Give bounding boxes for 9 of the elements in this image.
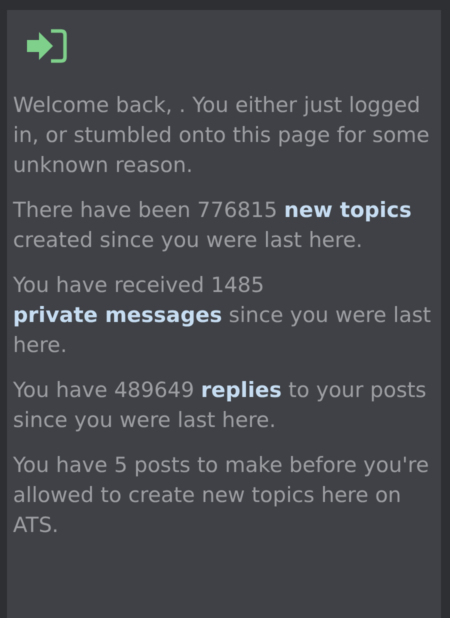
- link[interactable]: new topics: [284, 198, 412, 222]
- message-paragraph: You have received 1485 private messages since you were last here.: [13, 272, 432, 359]
- link[interactable]: private messages: [13, 303, 222, 327]
- login-icon: [25, 28, 69, 64]
- link[interactable]: replies: [200, 378, 282, 402]
- message-paragraph: There have been 776815 new topics created since you were last here.: [13, 197, 413, 254]
- message-paragraph: Welcome back, . You either just logged in, or stumbled onto this page for some unknown reason.: [13, 92, 430, 179]
- message-paragraph: You have 489649 replies to your posts since you were last here.: [13, 377, 428, 434]
- message-paragraph: You have 5 posts to make before you're allowed to create new topics here on ATS.: [13, 452, 430, 539]
